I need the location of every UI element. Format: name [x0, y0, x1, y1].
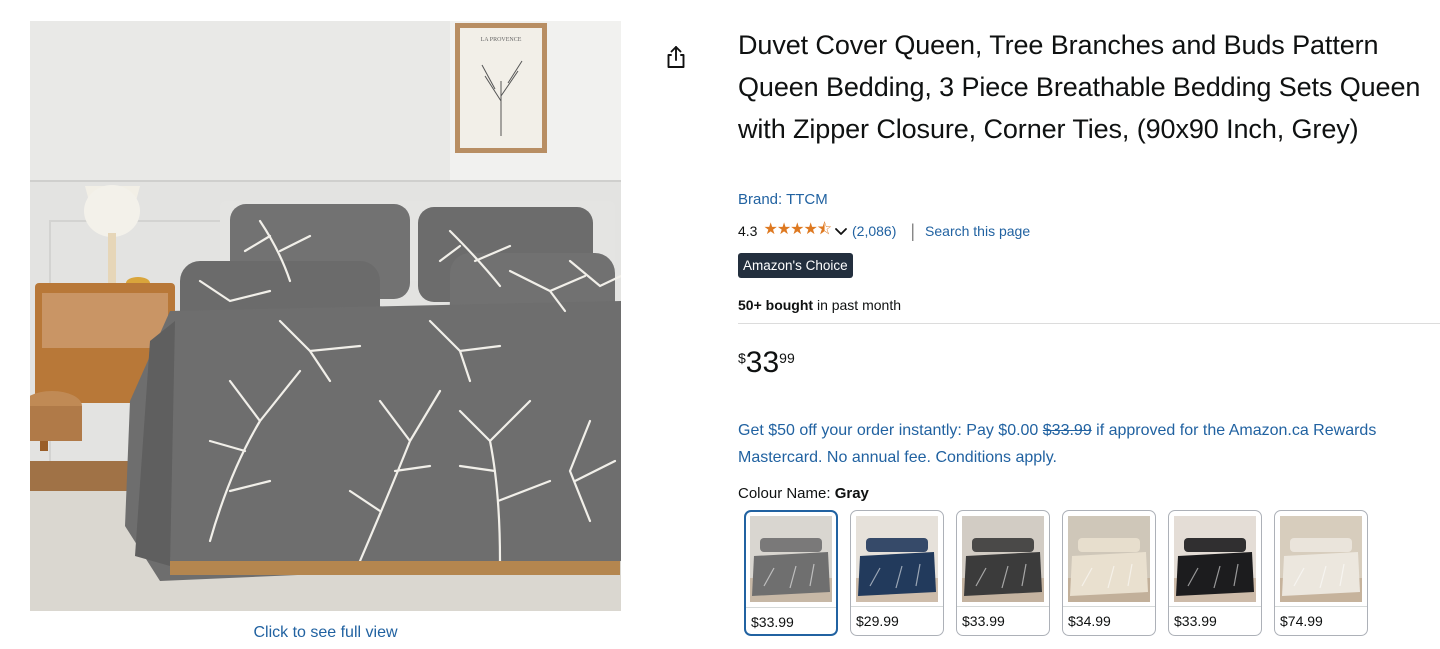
section-divider [738, 323, 1440, 324]
swatch-divider [1169, 606, 1261, 607]
rating-row: 4.3 ★★★★⯪ (2,086) | Search this page [738, 221, 1030, 241]
swatch-thumbnail [856, 516, 938, 602]
colour-label-prefix: Colour Name: [738, 485, 835, 502]
brand-link[interactable]: Brand: TTCM [738, 191, 828, 208]
bought-count-rest: in past month [813, 297, 901, 313]
colour-label: Colour Name: Gray [738, 485, 869, 502]
swatch-divider [1063, 606, 1155, 607]
swatch-price: $29.99 [856, 613, 899, 629]
swatch-price: $34.99 [1068, 613, 1111, 629]
swatch-thumbnail [1280, 516, 1362, 602]
colour-swatch[interactable]: $33.99 [744, 510, 838, 636]
swatch-divider [1275, 606, 1367, 607]
price: $ 33 99 [738, 345, 795, 381]
rating-value: 4.3 [738, 223, 758, 239]
swatch-divider [851, 606, 943, 607]
main-product-image[interactable]: LA PROVENCE [30, 21, 621, 611]
price-whole: 33 [745, 346, 780, 379]
swatch-divider [746, 607, 836, 608]
colour-selected-value: Gray [834, 485, 869, 502]
price-currency: $ [738, 350, 746, 366]
chevron-down-icon[interactable] [834, 224, 848, 238]
bought-count-strong: 50+ bought [738, 297, 814, 313]
poster-text: LA PROVENCE [481, 37, 522, 43]
swatch-thumbnail [1174, 516, 1256, 602]
swatch-price: $33.99 [751, 614, 794, 630]
price-fraction: 99 [779, 350, 795, 366]
swatch-thumbnail [1068, 516, 1150, 602]
amazons-choice-badge[interactable]: Amazon's Choice [738, 253, 853, 278]
share-icon[interactable] [663, 44, 689, 70]
review-count-link[interactable]: (2,086) [852, 223, 896, 239]
promo-text-1: Get $50 off your order instantly: Pay $0… [738, 422, 1043, 439]
swatch-price: $33.99 [962, 613, 1005, 629]
promo-struck-price: $33.99 [1042, 422, 1092, 439]
divider-bar: | [910, 220, 916, 241]
swatch-divider [957, 606, 1049, 607]
swatch-thumbnail [750, 516, 832, 602]
colour-swatch[interactable]: $74.99 [1274, 510, 1368, 636]
colour-swatch[interactable]: $34.99 [1062, 510, 1156, 636]
swatch-thumbnail [962, 516, 1044, 602]
bought-count: 50+ bought in past month [738, 297, 901, 313]
colour-swatches: $33.99 $29.99 $33.99 $34.99 $33.99 $74.99 [744, 510, 1368, 636]
colour-swatch[interactable]: $33.99 [956, 510, 1050, 636]
product-title: Duvet Cover Queen, Tree Branches and Bud… [738, 30, 1421, 144]
star-rating-icon[interactable]: ★★★★⯪ [763, 218, 832, 245]
search-this-page-link[interactable]: Search this page [925, 223, 1030, 239]
colour-swatch[interactable]: $29.99 [850, 510, 944, 636]
full-view-link[interactable]: Click to see full view [30, 624, 621, 642]
swatch-price: $74.99 [1280, 613, 1323, 629]
swatch-price: $33.99 [1174, 613, 1217, 629]
credit-card-promo-link[interactable]: Get $50 off your order instantly: Pay $0… [738, 417, 1428, 471]
colour-swatch[interactable]: $33.99 [1168, 510, 1262, 636]
